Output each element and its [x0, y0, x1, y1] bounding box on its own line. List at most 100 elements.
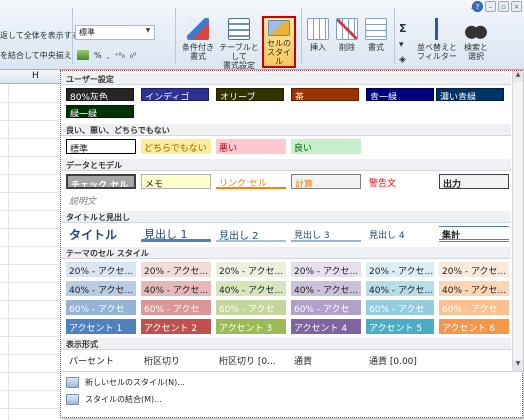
increase-decimal-button[interactable]: ⁺⁰₀ [114, 51, 125, 60]
insert-button[interactable]: 挿入 [305, 18, 331, 52]
chevron-down-icon: ▼ [145, 27, 151, 34]
style-percent[interactable]: パーセント [66, 352, 136, 367]
section-titles-headings: タイトルと見出し [61, 211, 511, 223]
style-20-accent-1[interactable]: 20% - アクセ... [66, 262, 136, 277]
style-heading-4[interactable]: 見出し 4 [366, 226, 434, 242]
style-total[interactable]: 集計 [439, 226, 509, 242]
gridline [0, 408, 66, 409]
style-output[interactable]: 出力 [439, 174, 509, 189]
fill-icon[interactable]: ▾ [399, 40, 404, 50]
style-accent-4[interactable]: アクセント 4 [291, 319, 361, 334]
conditional-format-icon [187, 18, 209, 40]
minimize-icon[interactable]: – [485, 1, 496, 12]
percent-button[interactable]: % [94, 51, 102, 60]
format-button[interactable]: 書式 [363, 18, 389, 52]
style-20-accent-3[interactable]: 20% - アクセ... [216, 262, 286, 277]
new-style-label: 新しいセルのスタイル(N)... [85, 378, 185, 387]
style-accent-2[interactable]: アクセント 2 [141, 319, 211, 334]
column-header[interactable]: H [0, 70, 66, 84]
close-icon[interactable]: × [511, 1, 522, 12]
number-format-select[interactable]: 標準 ▼ [75, 25, 155, 40]
style-40-accent-3[interactable]: 40% - アクセ... [216, 281, 286, 296]
restore-icon[interactable]: ▫ [498, 1, 509, 12]
style-normal[interactable]: 標準 [66, 139, 136, 154]
style-warning[interactable]: 警告文 [366, 174, 434, 189]
style-comma-0[interactable]: 桁区切り [0... [216, 352, 286, 367]
gridline [0, 264, 66, 265]
style-swatch[interactable]: インディゴ [141, 88, 209, 101]
autosum-icon[interactable]: Σ [399, 22, 407, 35]
style-40-accent-4[interactable]: 40% - アクセ... [291, 281, 361, 296]
style-note[interactable]: メモ [141, 174, 211, 189]
style-accent-6[interactable]: アクセント 6 [439, 319, 509, 334]
gallery-scrollbar[interactable]: ▲ ▼ [512, 71, 523, 371]
gridline [0, 174, 66, 175]
style-60-accent-5[interactable]: 60% - アクセ [366, 300, 434, 315]
style-60-accent-2[interactable]: 60% - アクセ [141, 300, 211, 315]
style-accent-5[interactable]: アクセント 5 [366, 319, 434, 334]
comma-button[interactable]: , [107, 51, 110, 60]
delete-button[interactable]: 削除 [334, 18, 360, 52]
style-swatch[interactable]: 緑一緑 [66, 105, 134, 118]
style-40-accent-2[interactable]: 40% - アクセ... [141, 281, 211, 296]
clear-icon[interactable]: ◈ [399, 55, 406, 65]
style-swatch[interactable]: 茶 [291, 88, 359, 101]
style-check-cell[interactable]: チェック セル [66, 174, 136, 189]
style-calculation[interactable]: 計算 [291, 174, 361, 189]
style-heading-3[interactable]: 見出し 3 [291, 226, 361, 242]
merge-styles-menu-item[interactable]: スタイルの結合(M)... [66, 394, 162, 405]
style-60-accent-6[interactable]: 60% - アクセ [439, 300, 509, 315]
gridline [0, 318, 66, 319]
sort-icon [426, 18, 448, 40]
style-swatch[interactable]: オリーブ [216, 88, 284, 101]
new-cell-style-menu-item[interactable]: 新しいセルのスタイル(N)... [66, 377, 185, 388]
style-swatch[interactable]: 青一緑 [366, 88, 434, 101]
style-60-accent-3[interactable]: 60% - アクセ [216, 300, 286, 315]
style-good[interactable]: 良い [291, 139, 361, 154]
ribbon: ? – ▫ × ▵ 返して全体を表示する を結合して中央揃え 標準 ▼ % , … [0, 0, 524, 70]
gridline [0, 120, 66, 121]
style-20-accent-4[interactable]: 20% - アクセ... [291, 262, 361, 277]
style-title[interactable]: タイトル [66, 226, 136, 242]
style-linked-cell[interactable]: リンク セル [216, 174, 286, 189]
style-bad[interactable]: 悪い [216, 139, 286, 154]
gridline [0, 336, 66, 337]
gridline [0, 228, 66, 229]
wrap-text-button[interactable]: 返して全体を表示する [0, 30, 80, 41]
cell-styles-gallery: ユーザー設定 80%灰色 インディゴ オリーブ 茶 青一緑 濃い青緑 緑一緑 良… [60, 70, 523, 418]
merge-center-button[interactable]: を結合して中央揃え [0, 50, 72, 61]
style-comma[interactable]: 桁区切り [141, 352, 211, 367]
gridline [0, 282, 66, 283]
ribbon-collapse-icon[interactable]: ▵ [471, 3, 475, 11]
style-40-accent-5[interactable]: 40% - アクセ... [366, 281, 434, 296]
decrease-decimal-button[interactable]: ₀⁰ [130, 51, 136, 60]
style-60-accent-4[interactable]: 60% - アクセ [291, 300, 361, 315]
scroll-down-icon[interactable]: ▼ [513, 360, 523, 371]
style-40-accent-6[interactable]: 40% - アクセ... [439, 281, 509, 296]
style-20-accent-5[interactable]: 20% - アクセ... [366, 262, 434, 277]
style-neutral[interactable]: どちらでもない [141, 139, 211, 154]
format-icon [365, 18, 387, 40]
style-accent-3[interactable]: アクセント 3 [216, 319, 286, 334]
style-20-accent-2[interactable]: 20% - アクセ... [141, 262, 211, 277]
cell-styles-button[interactable]: セルの スタイル [262, 16, 296, 68]
style-currency-0[interactable]: 通貨 [0.00] [366, 352, 434, 367]
format-as-table-button[interactable]: テーブルとして 書式設定 [216, 18, 262, 70]
conditional-format-button[interactable]: 条件付き 書式 [178, 18, 218, 61]
scroll-up-icon[interactable]: ▲ [513, 71, 523, 82]
style-swatch[interactable]: 80%灰色 [66, 88, 134, 101]
style-heading-1[interactable]: 見出し 1 [141, 226, 211, 242]
currency-icon[interactable] [77, 50, 89, 60]
style-swatch[interactable]: 濃い青緑 [436, 88, 504, 101]
style-40-accent-1[interactable]: 40% - アクセ... [66, 281, 136, 296]
style-20-accent-6[interactable]: 20% - アクセ... [439, 262, 509, 277]
find-select-button[interactable]: 検索と 選択 [460, 18, 492, 61]
sort-filter-button[interactable]: 並べ替えと フィルター [415, 18, 459, 61]
style-currency[interactable]: 通貨 [291, 352, 361, 367]
merge-styles-icon [66, 394, 79, 405]
style-60-accent-1[interactable]: 60% - アクセ [66, 300, 136, 315]
worksheet[interactable]: H [0, 70, 66, 420]
style-heading-2[interactable]: 見出し 2 [216, 226, 286, 242]
style-accent-1[interactable]: アクセント 1 [66, 319, 136, 334]
style-explanatory[interactable]: 説明文 [66, 192, 136, 207]
